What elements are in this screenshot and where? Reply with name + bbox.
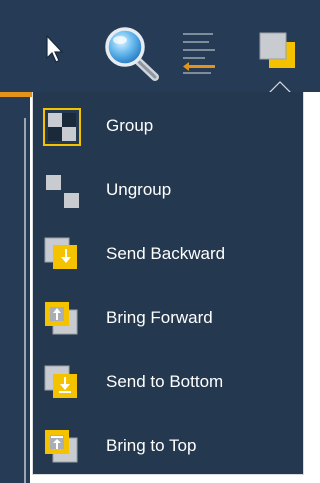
menu-item-ungroup[interactable]: Ungroup [33,164,303,220]
ungroup-icon [43,172,81,210]
arrange-menu: Group Ungroup Send Backward Bring Forwar… [32,92,304,475]
menu-item-label: Send to Bottom [106,372,224,391]
send-to-bottom-icon [43,364,81,402]
menu-item-group[interactable]: Group [33,100,303,156]
menu-item-send-to-bottom[interactable]: Send to Bottom [33,356,303,412]
group-icon [43,108,81,146]
menu-item-label: Group [106,116,154,135]
menu-item-send-backward[interactable]: Send Backward [33,228,303,284]
bring-forward-icon [43,300,81,338]
send-backward-icon [43,236,81,274]
arrange-icon[interactable] [257,30,301,74]
toolbar [0,0,320,92]
pointer-icon[interactable] [44,34,68,64]
bring-to-top-icon [43,428,81,466]
menu-item-label: Send Backward [106,244,226,263]
menu-item-label: Bring Forward [106,308,213,327]
menu-item-bring-forward[interactable]: Bring Forward [33,292,303,348]
menu-item-bring-to-top[interactable]: Bring to Top [33,420,303,476]
arrange-app: Group Ungroup Send Backward Bring Forwar… [0,0,320,483]
menu-item-label: Ungroup [106,180,172,199]
search-icon[interactable] [103,25,163,83]
align-icon[interactable] [181,30,221,76]
menu-item-label: Bring to Top [106,436,197,455]
panel-divider [24,118,26,483]
